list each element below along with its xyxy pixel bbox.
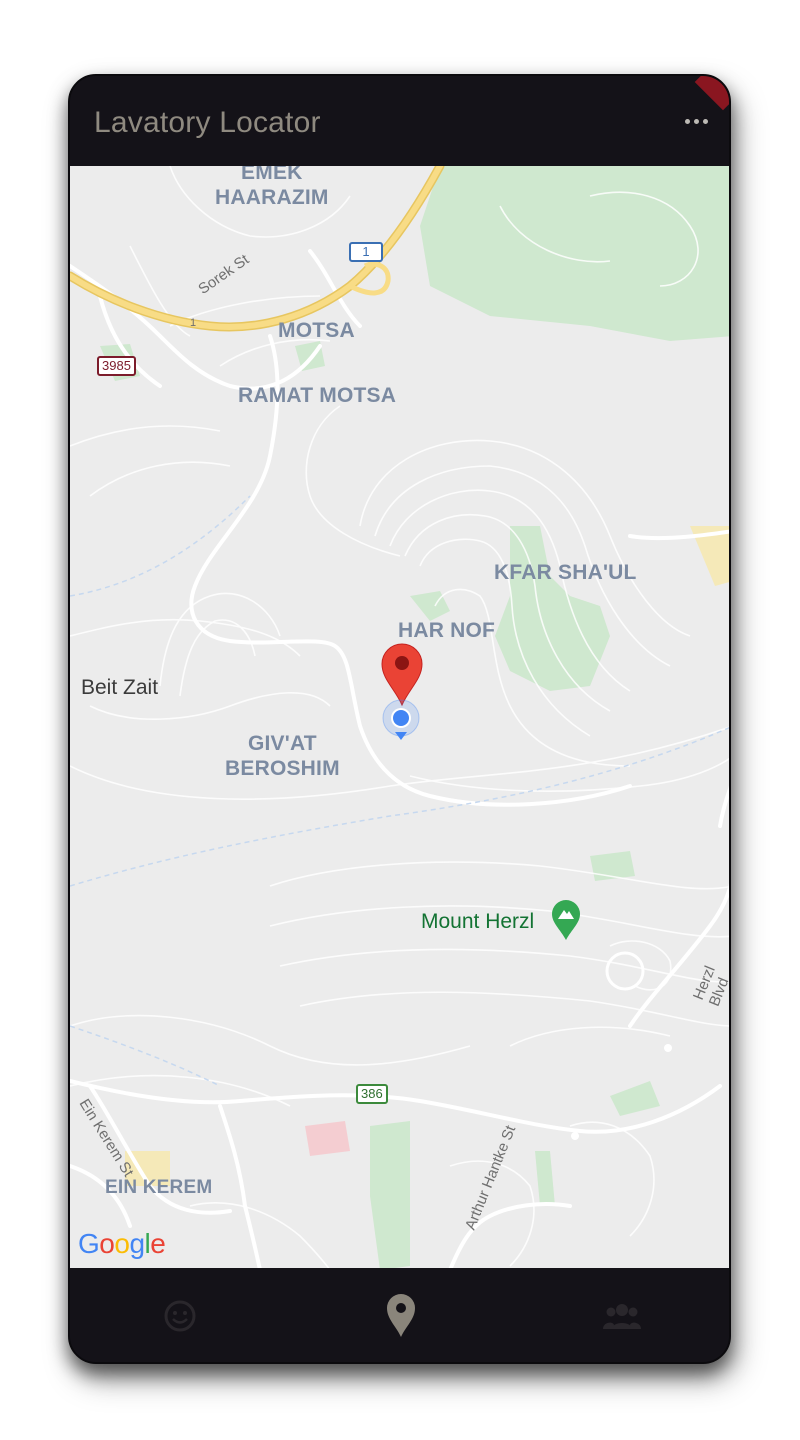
- place-label-beit-zait: Beit Zait: [81, 676, 159, 699]
- location-pin-icon: [387, 1294, 415, 1337]
- route-shield-386: 386: [356, 1084, 388, 1104]
- mountain-poi-icon[interactable]: [551, 899, 581, 941]
- bottom-navigation: [70, 1268, 729, 1362]
- place-label-har-nof: HAR NOF: [398, 619, 496, 642]
- app-title: Lavatory Locator: [94, 106, 321, 139]
- poi-label-mount-herzl[interactable]: Mount Herzl: [421, 910, 534, 934]
- place-label-motsa: MOTSA: [278, 319, 355, 342]
- group-icon: [603, 1304, 641, 1329]
- nav-item-groups[interactable]: [592, 1288, 652, 1344]
- nav-item-mood[interactable]: [150, 1288, 210, 1344]
- phone-frame: Lavatory Locator EMEK HAARAZIM MOTSA RAM…: [68, 74, 731, 1364]
- smiley-icon: [164, 1300, 196, 1332]
- nav-item-map[interactable]: [371, 1288, 431, 1344]
- place-label-givat-beroshim: GIV'AT BEROSHIM: [225, 732, 340, 780]
- destination-marker-icon[interactable]: [381, 643, 423, 707]
- more-options-button[interactable]: [679, 108, 713, 134]
- place-label-ramat-motsa: RAMAT MOTSA: [238, 384, 397, 407]
- app-bar: Lavatory Locator: [70, 76, 729, 166]
- route-shield-1: 1: [349, 242, 383, 262]
- route-shield-3985: 3985: [97, 356, 136, 376]
- map-view[interactable]: EMEK HAARAZIM MOTSA RAMAT MOTSA KFAR SHA…: [70, 166, 729, 1270]
- highway-label-1: 1: [190, 317, 197, 329]
- place-label-kfar-shaul: KFAR SHA'UL: [494, 561, 637, 584]
- more-horizontal-icon: [684, 118, 690, 124]
- place-label-emek-haarazim: EMEK HAARAZIM: [215, 166, 329, 209]
- current-location-icon: [382, 699, 420, 743]
- google-logo: Google: [78, 1228, 166, 1259]
